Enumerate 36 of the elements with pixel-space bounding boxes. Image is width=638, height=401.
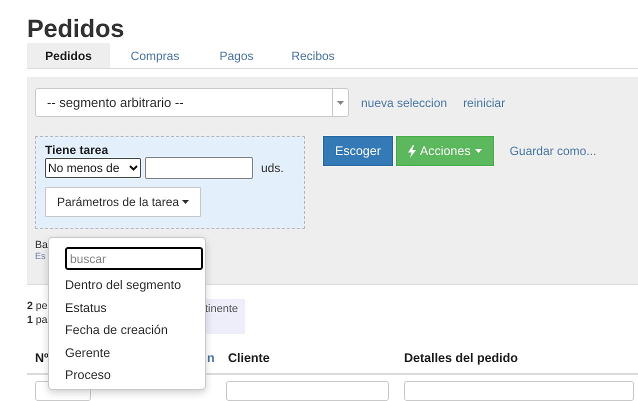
choose-button[interactable]: Escoger [323,136,393,166]
menu-item[interactable]: Gerente [65,342,201,364]
column-header: Nº [35,351,49,365]
input-field[interactable] [226,381,389,401]
search-field[interactable]: buscar [65,247,203,270]
caret-icon [337,100,344,104]
tab[interactable]: Pagos [200,43,273,68]
operator-select[interactable]: No menos de [45,158,141,178]
summary-line: 2 pe [27,299,48,313]
filter-hint: Es [35,251,46,261]
segment-link[interactable]: nueva seleccion [361,96,448,110]
filter-text: Ba [35,239,48,251]
tab[interactable]: Recibos [273,43,353,68]
column-header[interactable]: n [207,351,215,365]
page-title: Pedidos [27,14,126,43]
save-as-link[interactable]: Guardar como... [510,144,596,158]
chevron-down-icon [129,165,138,171]
tab[interactable]: Compras [110,43,200,68]
filter-title: Tiene tarea [45,143,110,157]
menu-item[interactable]: Estatus [65,296,201,319]
task-parameters-button[interactable]: Parámetros de la tarea [45,187,202,217]
input-field[interactable] [145,157,253,179]
column-header: Cliente [228,351,270,365]
segment-select[interactable]: -- segmento arbitrario -- [35,88,349,117]
segment-link[interactable]: reiniciar [463,96,506,110]
unit-label: uds. [261,161,284,175]
caret-icon [474,149,482,153]
menu-item[interactable]: Proceso [65,364,201,386]
tab[interactable]: Pedidos [27,43,110,68]
caret-icon [182,200,190,204]
menu-item[interactable]: Fecha de creación [65,319,201,342]
input-field[interactable] [404,381,634,401]
summary-line: 1 pa [27,313,48,327]
column-header: Detalles del pedido [404,351,518,365]
lightning-icon [408,144,416,158]
menu-item[interactable]: Dentro del segmento [65,274,201,296]
